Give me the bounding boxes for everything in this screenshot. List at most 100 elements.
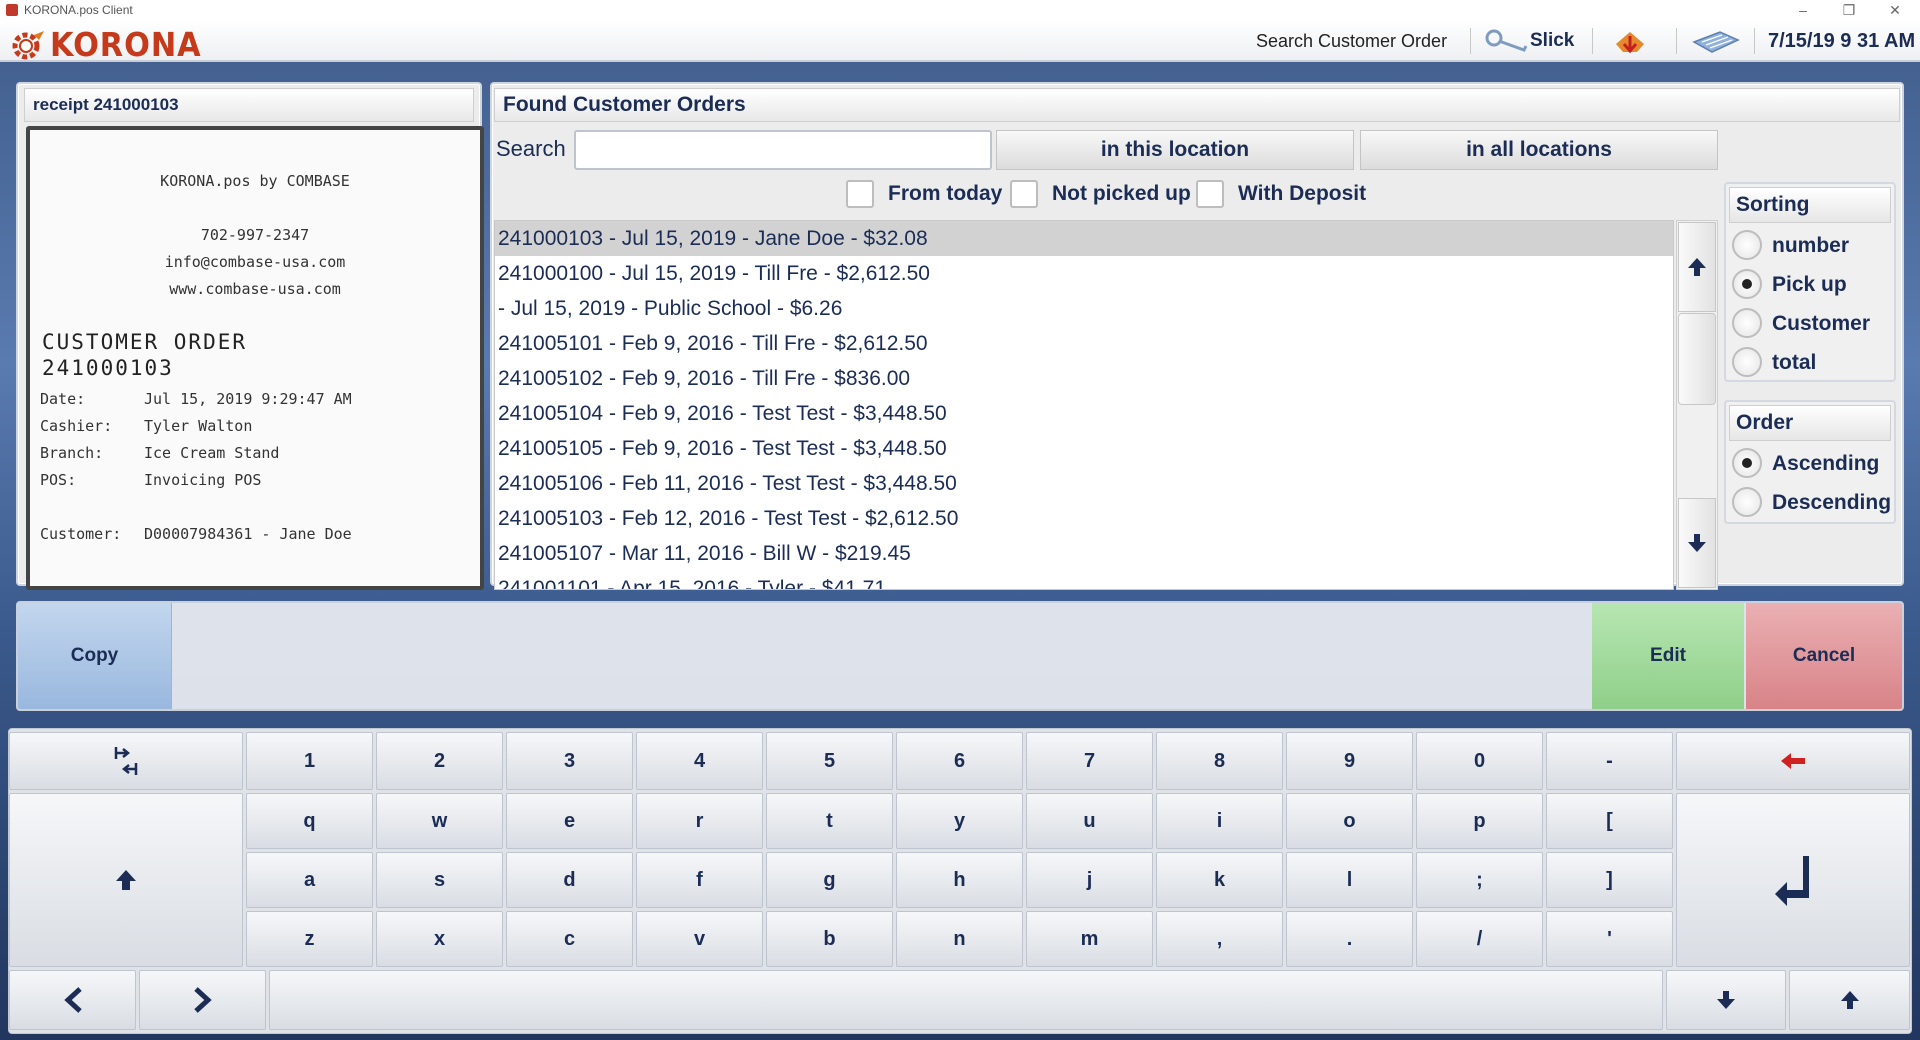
- restore-button[interactable]: ❐: [1826, 0, 1872, 20]
- user-button[interactable]: Slick: [1484, 20, 1574, 62]
- orders-title: Found Customer Orders: [494, 88, 1900, 122]
- enter-key[interactable]: [1676, 793, 1910, 967]
- in-all-locations-button[interactable]: in all locations: [1360, 130, 1718, 170]
- sort-number-label: number: [1772, 234, 1850, 257]
- key-close-bracket[interactable]: ]: [1546, 852, 1673, 908]
- receipt-number: 241000103: [42, 356, 174, 380]
- keyboard-toggle-button[interactable]: [1690, 20, 1742, 62]
- key-f[interactable]: f: [636, 852, 763, 908]
- cursor-right-key[interactable]: [139, 970, 266, 1030]
- order-row[interactable]: 241005102 - Feb 9, 2016 - Till Fre - $83…: [495, 361, 1673, 396]
- descending-radio[interactable]: [1732, 487, 1762, 517]
- order-row[interactable]: 241005105 - Feb 9, 2016 - Test Test - $3…: [495, 431, 1673, 466]
- order-row[interactable]: 241005106 - Feb 11, 2016 - Test Test - $…: [495, 466, 1673, 501]
- key-d[interactable]: d: [506, 852, 633, 908]
- key-period[interactable]: .: [1286, 911, 1413, 967]
- key-open-bracket[interactable]: [: [1546, 793, 1673, 849]
- key-0[interactable]: 0: [1416, 732, 1543, 790]
- arrow-down-key[interactable]: [1666, 970, 1786, 1030]
- scroll-down-button[interactable]: [1678, 498, 1716, 588]
- key-k[interactable]: k: [1156, 852, 1283, 908]
- sort-number-radio[interactable]: [1732, 230, 1762, 260]
- key-t[interactable]: t: [766, 793, 893, 849]
- key-v[interactable]: v: [636, 911, 763, 967]
- key-2[interactable]: 2: [376, 732, 503, 790]
- order-row[interactable]: 241005101 - Feb 9, 2016 - Till Fre - $2,…: [495, 326, 1673, 361]
- key-8[interactable]: 8: [1156, 732, 1283, 790]
- key-i[interactable]: i: [1156, 793, 1283, 849]
- order-row[interactable]: 241001101 - Apr 15, 2016 - Tyler - $41.7…: [495, 571, 1673, 590]
- key-3[interactable]: 3: [506, 732, 633, 790]
- arrow-down-icon: [1688, 534, 1706, 552]
- key-b[interactable]: b: [766, 911, 893, 967]
- receipt-preview[interactable]: KORONA.pos by COMBASE 702-997-2347 info@…: [26, 126, 484, 590]
- tab-key[interactable]: [9, 732, 243, 790]
- from-today-checkbox[interactable]: [846, 180, 874, 208]
- key-semicolon[interactable]: ;: [1416, 852, 1543, 908]
- sort-total-radio[interactable]: [1732, 347, 1762, 377]
- key-7[interactable]: 7: [1026, 732, 1153, 790]
- key-z[interactable]: z: [246, 911, 373, 967]
- key-j[interactable]: j: [1026, 852, 1153, 908]
- backspace-key[interactable]: [1676, 732, 1910, 790]
- cursor-left-key[interactable]: [9, 970, 136, 1030]
- order-row[interactable]: 241000103 - Jul 15, 2019 - Jane Doe - $3…: [495, 221, 1673, 256]
- sync-button[interactable]: [1612, 20, 1648, 62]
- search-input[interactable]: [574, 130, 992, 170]
- window-title: KORONA.pos Client: [24, 3, 133, 17]
- orders-list[interactable]: 241000103 - Jul 15, 2019 - Jane Doe - $3…: [494, 220, 1674, 590]
- sort-customer-radio[interactable]: [1732, 308, 1762, 338]
- not-picked-up-checkbox[interactable]: [1010, 180, 1038, 208]
- edit-button[interactable]: Edit: [1592, 603, 1744, 709]
- scroll-up-button[interactable]: [1678, 222, 1716, 312]
- key-x[interactable]: x: [376, 911, 503, 967]
- receipt-phone: 702-997-2347: [200, 226, 310, 244]
- scroll-thumb[interactable]: [1678, 313, 1716, 405]
- order-row[interactable]: - Jul 15, 2019 - Public School - $6.26: [495, 291, 1673, 326]
- copy-button[interactable]: Copy: [18, 603, 172, 709]
- ascending-radio[interactable]: [1732, 448, 1762, 478]
- key-c[interactable]: c: [506, 911, 633, 967]
- space-key[interactable]: [269, 970, 1663, 1030]
- order-row[interactable]: 241005103 - Feb 12, 2016 - Test Test - $…: [495, 501, 1673, 536]
- receipt-field-value: Jul 15, 2019 9:29:47 AM: [144, 390, 352, 408]
- sort-pickup-radio[interactable]: [1732, 269, 1762, 299]
- close-window-button[interactable]: ✕: [1872, 0, 1918, 20]
- descending-label: Descending: [1772, 491, 1892, 514]
- orders-scrollbar[interactable]: [1676, 220, 1718, 590]
- sorting-title: Sorting: [1729, 187, 1891, 223]
- arrow-up-key[interactable]: [1789, 970, 1910, 1030]
- key-comma[interactable]: ,: [1156, 911, 1283, 967]
- key-w[interactable]: w: [376, 793, 503, 849]
- key-e[interactable]: e: [506, 793, 633, 849]
- cancel-button[interactable]: Cancel: [1746, 603, 1902, 709]
- key-g[interactable]: g: [766, 852, 893, 908]
- key-m[interactable]: m: [1026, 911, 1153, 967]
- key-p[interactable]: p: [1416, 793, 1543, 849]
- order-row[interactable]: 241000100 - Jul 15, 2019 - Till Fre - $2…: [495, 256, 1673, 291]
- key-4[interactable]: 4: [636, 732, 763, 790]
- key-h[interactable]: h: [896, 852, 1023, 908]
- shift-key[interactable]: [9, 793, 243, 967]
- minimize-button[interactable]: –: [1780, 0, 1826, 20]
- key-r[interactable]: r: [636, 793, 763, 849]
- key-n[interactable]: n: [896, 911, 1023, 967]
- in-this-location-button[interactable]: in this location: [996, 130, 1354, 170]
- key-u[interactable]: u: [1026, 793, 1153, 849]
- key-1[interactable]: 1: [246, 732, 373, 790]
- key-o[interactable]: o: [1286, 793, 1413, 849]
- key-9[interactable]: 9: [1286, 732, 1413, 790]
- key-slash[interactable]: /: [1416, 911, 1543, 967]
- order-row[interactable]: 241005107 - Mar 11, 2016 - Bill W - $219…: [495, 536, 1673, 571]
- key-6[interactable]: 6: [896, 732, 1023, 790]
- order-row[interactable]: 241005104 - Feb 9, 2016 - Test Test - $3…: [495, 396, 1673, 431]
- key-5[interactable]: 5: [766, 732, 893, 790]
- key-y[interactable]: y: [896, 793, 1023, 849]
- key-s[interactable]: s: [376, 852, 503, 908]
- with-deposit-checkbox[interactable]: [1196, 180, 1224, 208]
- key-l[interactable]: l: [1286, 852, 1413, 908]
- key-apostrophe[interactable]: ': [1546, 911, 1673, 967]
- key-a[interactable]: a: [246, 852, 373, 908]
- key-q[interactable]: q: [246, 793, 373, 849]
- key-minus[interactable]: -: [1546, 732, 1673, 790]
